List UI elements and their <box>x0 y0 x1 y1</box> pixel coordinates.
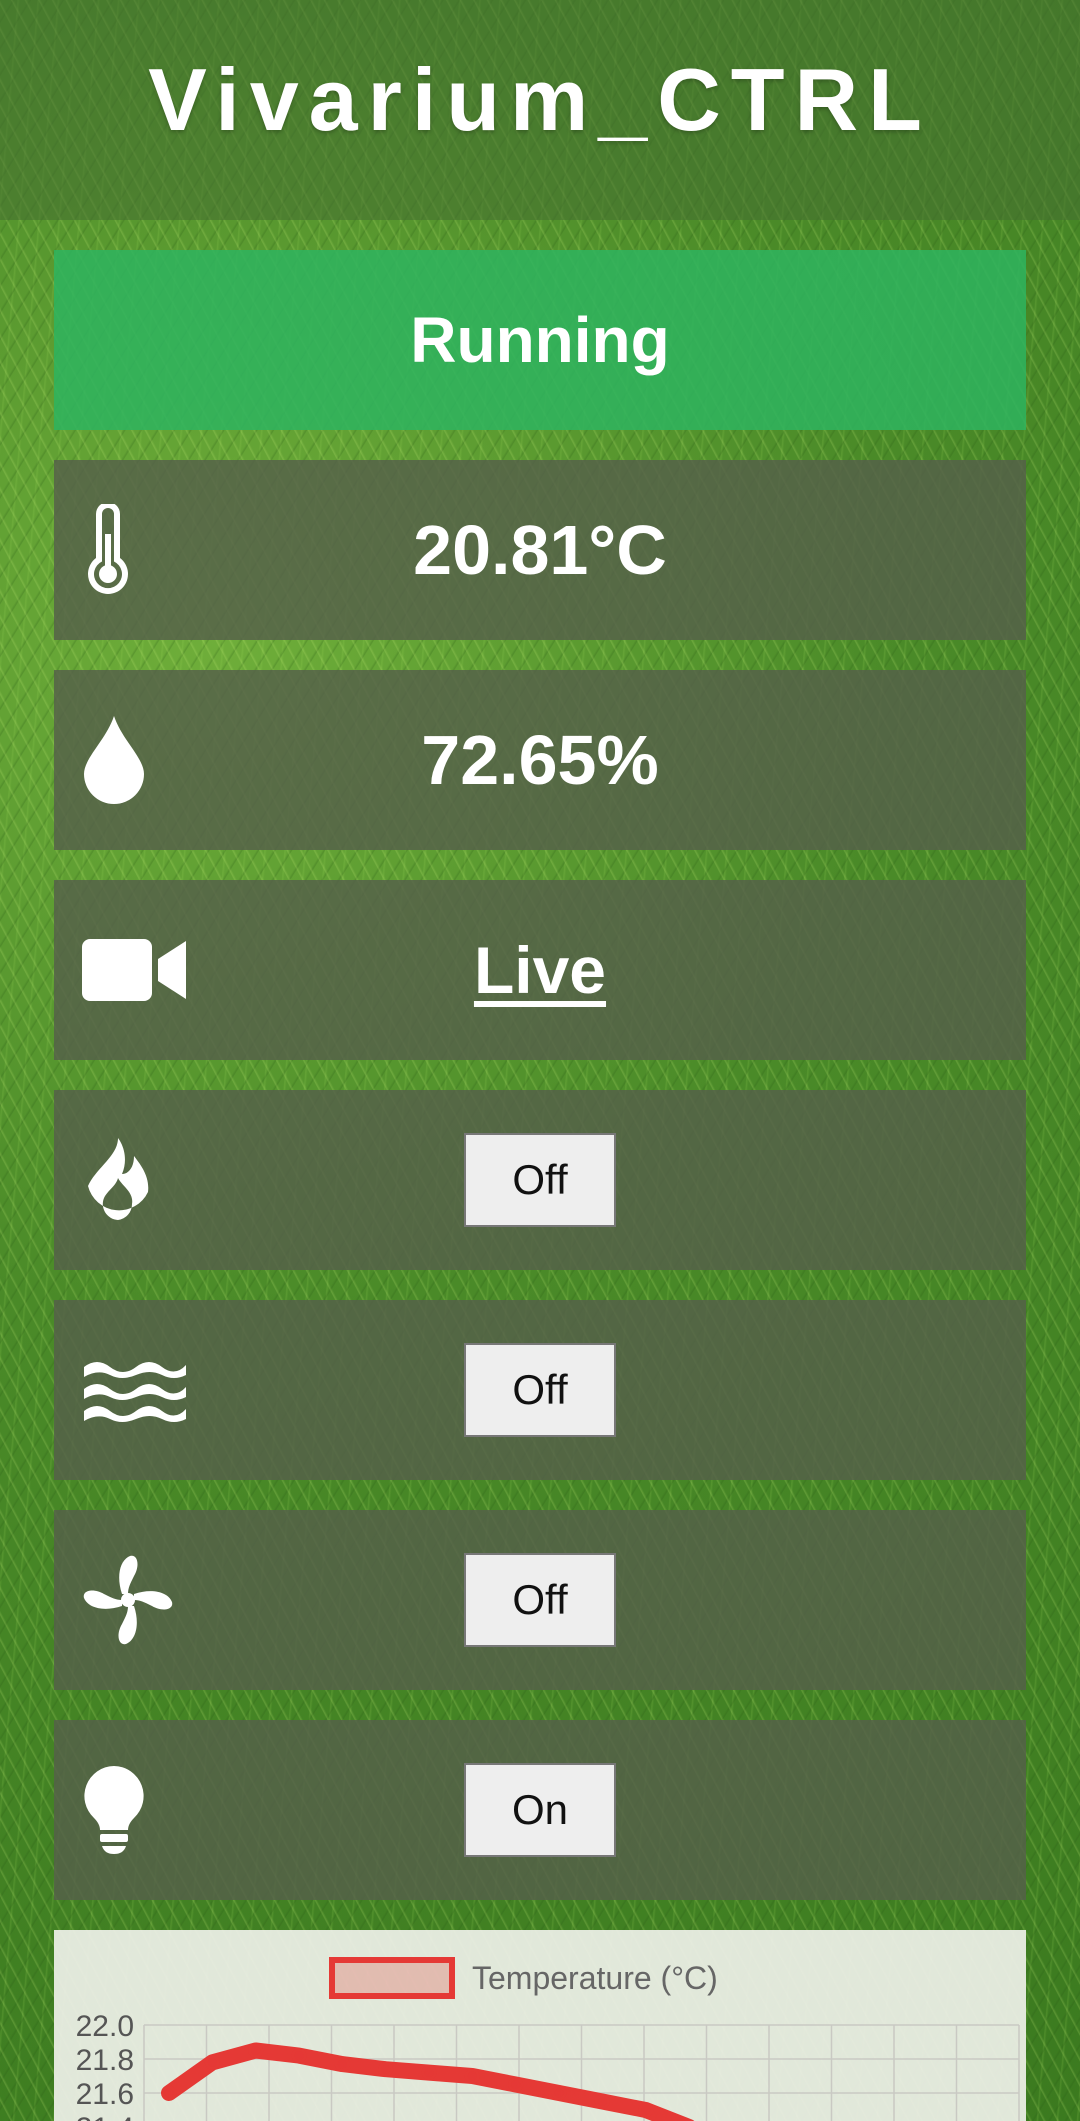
heater-toggle-button[interactable]: Off <box>464 1133 616 1227</box>
temperature-data-point <box>161 2085 177 2101</box>
temperature-panel: 20.81°C <box>54 460 1026 640</box>
chart-canvas: 22.021.821.621.4 Temperature (°C) <box>76 1957 1020 2121</box>
water-toggle-button[interactable]: Off <box>464 1343 616 1437</box>
temperature-series-line <box>161 2042 695 2121</box>
camera-panel: Live <box>54 880 1026 1060</box>
temperature-data-point <box>248 2043 264 2058</box>
status-label: Running <box>410 304 670 376</box>
temperature-data-point <box>291 2048 307 2064</box>
fan-icon <box>82 1545 192 1655</box>
temperature-data-point <box>334 2056 350 2072</box>
y-tick-label: 21.4 <box>76 2112 134 2121</box>
humidity-value: 72.65% <box>421 721 659 799</box>
droplet-icon <box>82 705 192 815</box>
heater-panel: Off <box>54 1090 1026 1270</box>
fan-toggle-button[interactable]: Off <box>464 1553 616 1647</box>
temperature-data-point <box>464 2068 480 2084</box>
temperature-data-point <box>508 2077 524 2092</box>
water-waves-icon <box>82 1335 192 1445</box>
live-camera-link[interactable]: Live <box>474 932 606 1008</box>
lightbulb-icon <box>82 1755 192 1865</box>
status-banner: Running <box>54 250 1026 430</box>
temperature-chart: 22.021.821.621.4 Temperature (°C) <box>54 1930 1026 2121</box>
y-tick-label: 21.6 <box>76 2078 134 2111</box>
water-panel: Off <box>54 1300 1026 1480</box>
light-panel: On <box>54 1720 1026 1900</box>
thermometer-icon <box>82 495 192 605</box>
temperature-data-point <box>551 2085 567 2101</box>
app-header: Vivarium_CTRL <box>0 0 1080 220</box>
y-tick-label: 21.8 <box>76 2044 134 2077</box>
temperature-data-point <box>204 2054 220 2070</box>
app-title: Vivarium_CTRL <box>148 50 932 149</box>
temperature-data-point <box>421 2065 437 2081</box>
temperature-data-point <box>378 2061 394 2077</box>
fan-panel: Off <box>54 1510 1026 1690</box>
flame-icon <box>82 1125 192 1235</box>
light-toggle-button[interactable]: On <box>464 1763 616 1857</box>
temperature-data-point <box>638 2102 654 2118</box>
video-camera-icon <box>82 915 192 1025</box>
temperature-data-point <box>594 2094 610 2109</box>
legend-label: Temperature (°C) <box>472 1960 718 1996</box>
humidity-panel: 72.65% <box>54 670 1026 850</box>
temperature-value: 20.81°C <box>413 511 667 589</box>
y-tick-label: 22.0 <box>76 2010 134 2043</box>
legend-swatch <box>329 1957 455 1999</box>
